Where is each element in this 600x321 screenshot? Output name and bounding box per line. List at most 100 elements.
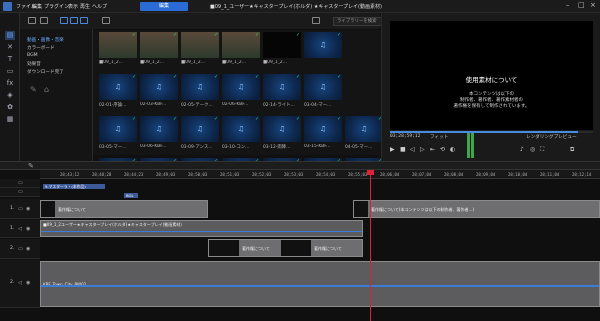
audio-thumbnail[interactable]: ♫✓ xyxy=(181,116,219,142)
track-number: 2. xyxy=(10,246,15,251)
menu-edit[interactable]: 編集 xyxy=(32,3,42,10)
stop-icon[interactable]: ■ xyxy=(400,146,406,153)
view-toggle-icon[interactable] xyxy=(40,17,48,24)
audio-thumbnail[interactable]: ♫✓ xyxy=(181,74,219,100)
eye-icon[interactable]: ◉ xyxy=(26,246,30,252)
transition-room-icon[interactable]: ▭ xyxy=(5,67,15,76)
video-thumbnail[interactable]: ✓ xyxy=(140,32,178,58)
video-thumbnail[interactable]: ✓ xyxy=(222,32,260,58)
render-preview-button[interactable]: レンダリングプレビュー xyxy=(526,134,577,140)
video-clip[interactable]: 著作権について xyxy=(40,200,208,218)
sort-icon[interactable] xyxy=(102,17,110,24)
media-label: 04-05-マー... xyxy=(345,145,373,150)
tag-icon[interactable]: ⌂ xyxy=(44,85,49,94)
mute-icon[interactable]: ◉ xyxy=(26,226,30,232)
category-colorboard[interactable]: カラーボード xyxy=(27,45,55,51)
used-check-icon: ✓ xyxy=(255,116,260,122)
particle-room-icon[interactable]: ✿ xyxy=(5,103,15,112)
filter-image-icon[interactable] xyxy=(70,17,78,24)
library-toolbar: ライブラリーを検索 xyxy=(20,13,395,29)
ruler-tick: 28;51;03 xyxy=(220,172,240,177)
time-ruler[interactable]: 28;43;12 28;48;28 28;44;23 28;49;03 28;50;03… xyxy=(40,170,600,179)
mask-room-icon[interactable]: ▦ xyxy=(5,115,15,124)
brush-icon[interactable]: ✎ xyxy=(30,85,37,94)
category-sfx[interactable]: 効果音 xyxy=(27,61,41,67)
play-icon[interactable]: ▶ xyxy=(390,146,395,153)
used-check-icon: ✓ xyxy=(337,116,342,122)
audio-thumbnail[interactable]: ♫✓ xyxy=(263,74,301,100)
close-icon[interactable]: × xyxy=(590,1,596,9)
track-number: 1. xyxy=(10,206,15,211)
title-room-icon[interactable]: T xyxy=(5,55,15,64)
volume-icon[interactable]: ◐ xyxy=(450,146,455,153)
video-thumbnail[interactable]: ✓ xyxy=(99,32,137,58)
video-thumbnail[interactable]: ✓ xyxy=(263,32,301,58)
eye-icon[interactable]: ◉ xyxy=(26,206,30,212)
filter-audio-icon[interactable] xyxy=(80,17,88,24)
category-media[interactable]: 動画・画像・音楽 xyxy=(27,37,64,43)
prev-frame-icon[interactable]: ◁ xyxy=(410,146,415,153)
menu-view[interactable]: 表示 xyxy=(68,3,78,10)
category-downloaded[interactable]: ダウンロード完了 xyxy=(27,69,64,75)
video-clip[interactable]: 著作権について(本コンテンツは以下の制作者、著作者…) xyxy=(353,200,600,218)
project-title: ■09_1_ユーザー★キャスタープレイ(ホルダ) ★キャスタープレイ(動画素材) xyxy=(210,4,382,10)
used-check-icon: ✓ xyxy=(214,116,219,122)
audio-thumbnail[interactable]: ♫✓ xyxy=(140,116,178,142)
undock-icon[interactable]: ⧉ xyxy=(570,146,574,154)
effects-room-icon[interactable]: ✕ xyxy=(5,43,15,52)
audio-thumbnail[interactable]: ♫✓ xyxy=(99,116,137,142)
mute-icon[interactable]: ◉ xyxy=(26,280,30,286)
audio-thumbnail[interactable]: ♫✓ xyxy=(345,116,383,142)
audio-clip[interactable]: ■09_1_2ユーザー★キャスタープレイ(ホルダ)★キャスタープレイ(動画素材) xyxy=(40,220,363,237)
menu-help[interactable]: ヘルプ xyxy=(92,3,107,10)
video-clip[interactable]: 著作権について 著作権について xyxy=(208,239,363,257)
clip-thumbnail xyxy=(209,240,239,256)
timeline-toolbar: ✎ xyxy=(0,161,600,170)
audio-thumbnail[interactable]: ♫✓ xyxy=(304,116,342,142)
media-label: 02-14-ライト... xyxy=(263,103,295,108)
video-track-icon: ▭ xyxy=(18,206,23,212)
filter-video-icon[interactable] xyxy=(60,17,68,24)
audio-thumbnail[interactable]: ♫✓ xyxy=(222,116,260,142)
timeline-marker[interactable]: 9.マスターラ・(本作品) xyxy=(43,184,105,189)
audio-thumbnail[interactable]: ♫✓ xyxy=(304,74,342,100)
ruler-tick: 28;50;03 xyxy=(188,172,208,177)
audio-thumbnail[interactable]: ♫✓ xyxy=(222,74,260,100)
scrub-bar[interactable] xyxy=(390,131,593,133)
loop-icon[interactable]: ⟲ xyxy=(440,146,445,153)
audio-thumbnail[interactable]: ♫✓ xyxy=(99,74,137,100)
media-room-icon[interactable]: ▤ xyxy=(5,31,15,40)
split-icon[interactable]: ⇤ xyxy=(430,146,435,153)
import-icon[interactable] xyxy=(28,17,36,24)
maximize-icon[interactable]: □ xyxy=(578,1,585,9)
video-thumbnail[interactable]: ✓ xyxy=(181,32,219,58)
preview-panel: 使用素材について 本コンテンツは以下の 制作者、著作者、著作素材者の 著作権を保… xyxy=(381,13,600,161)
audio-clip[interactable]: KBF_Town_City_BW02 xyxy=(40,261,600,307)
playhead[interactable] xyxy=(370,170,371,321)
clip-label: 著作権について xyxy=(242,246,270,251)
snapshot-icon[interactable]: ◎ xyxy=(530,146,535,153)
audio-thumbnail[interactable]: ♫✓ xyxy=(263,116,301,142)
edit-tools-icon[interactable]: ✎ xyxy=(28,162,34,170)
audio-room-icon[interactable]: ◈ xyxy=(5,91,15,100)
menu-play[interactable]: 再生 xyxy=(80,3,90,10)
preview-screen: 使用素材について 本コンテンツは以下の 制作者、著作者、著作素材者の 著作権を保… xyxy=(390,21,593,130)
audio-thumbnail[interactable]: ♫✓ xyxy=(304,32,342,58)
audio-thumbnail[interactable]: ♫✓ xyxy=(140,74,178,100)
music-note-icon: ♫ xyxy=(155,125,163,133)
next-frame-icon[interactable]: ▷ xyxy=(420,146,425,153)
category-panel: 動画・画像・音楽 カラーボード BGM 効果音 ダウンロード完了 ✎ ⌂ xyxy=(20,13,93,161)
audio-icon[interactable]: ♪ xyxy=(520,146,524,153)
playhead-handle[interactable] xyxy=(367,170,374,175)
fit-select[interactable]: フィット xyxy=(430,134,448,140)
media-label: 02-05-テーク... xyxy=(181,103,213,108)
settings-icon[interactable] xyxy=(312,17,320,24)
timeline-marker[interactable]: BGL xyxy=(124,193,138,198)
category-bgm[interactable]: BGM xyxy=(27,53,38,58)
fullscreen-icon[interactable]: ⛶ xyxy=(540,146,544,154)
edit-mode-button[interactable]: 編集 xyxy=(140,2,188,11)
menu-plugin[interactable]: プラグイン xyxy=(44,3,69,10)
fx-room-icon[interactable]: fx xyxy=(5,79,15,88)
timecode-display[interactable]: 03;28;59;12 xyxy=(390,134,420,139)
minimize-icon[interactable]: – xyxy=(566,1,570,9)
